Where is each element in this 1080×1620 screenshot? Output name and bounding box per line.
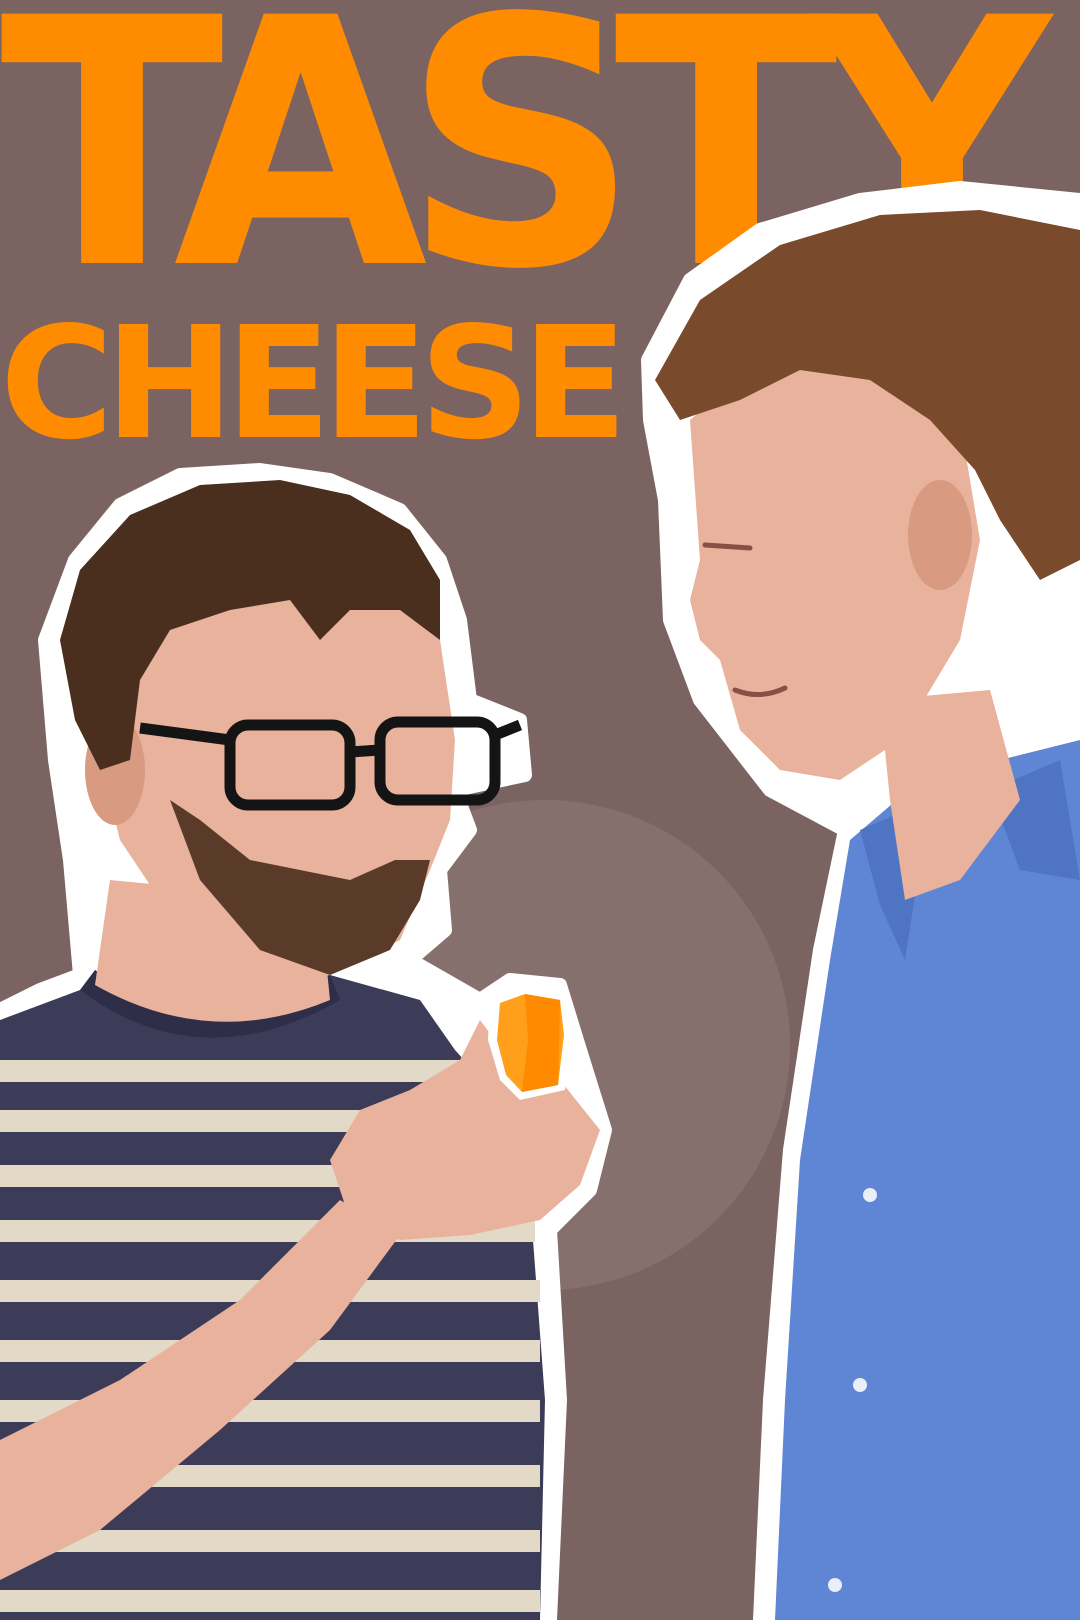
people-cutouts	[0, 181, 1080, 1620]
right-ear	[908, 480, 972, 590]
shirt-button	[828, 1578, 842, 1592]
thumbnail-poster: TASTY CHEESE	[0, 0, 1080, 1620]
right-person-cutout	[641, 181, 1080, 1620]
shirt-button	[863, 1188, 877, 1202]
right-eye	[702, 542, 753, 551]
shirt-button	[853, 1378, 867, 1392]
